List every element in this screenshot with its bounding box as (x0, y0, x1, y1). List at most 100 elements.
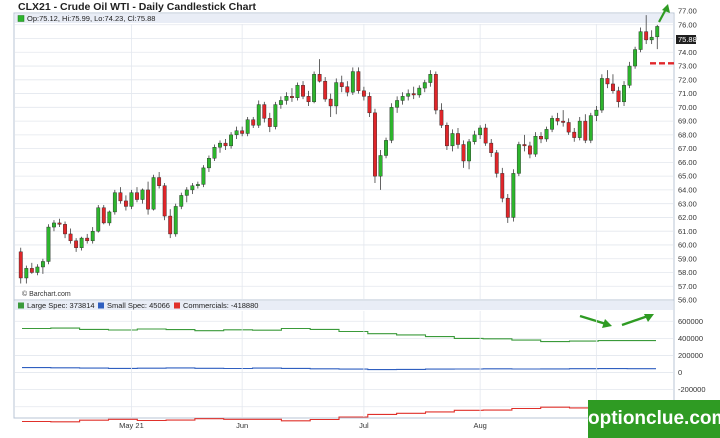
candle-body (611, 83, 615, 92)
candle-body (373, 112, 377, 177)
candle (445, 122, 449, 150)
candle-body (522, 144, 527, 147)
candle (18, 247, 23, 284)
candle-body (223, 142, 228, 147)
candle-body (461, 144, 466, 162)
candle-body (129, 192, 134, 207)
candle-body (85, 237, 90, 242)
candle-body (649, 36, 654, 41)
candle (151, 174, 156, 211)
candle-body (201, 167, 206, 185)
legend-commercials: Commercials: -418880 (183, 301, 258, 310)
candle-body (500, 173, 505, 199)
candle (384, 137, 388, 159)
candle (273, 101, 278, 130)
price-axis-ticks: 56.00 57.00 58.00 59.00 60.00 61.00 62.00 63.00… (678, 7, 697, 305)
price-tick-label: 72.00 (678, 75, 697, 84)
candle-body (395, 100, 400, 108)
candle-body (317, 74, 322, 82)
candle-body (146, 189, 150, 210)
candle-body (577, 120, 582, 138)
ohlc-legend-icon (17, 15, 25, 22)
candle-body (256, 104, 261, 126)
candle-body (378, 155, 383, 177)
candle-body (278, 100, 283, 105)
candle (588, 112, 593, 144)
candle (256, 100, 261, 128)
candle-body (533, 136, 538, 155)
candle-body (350, 71, 355, 93)
candle-body (411, 93, 416, 96)
candle-body (445, 125, 449, 147)
candle-body (528, 145, 532, 155)
candle-body (616, 90, 621, 103)
price-tick-label: 67.00 (678, 144, 697, 153)
candle (511, 169, 516, 222)
price-tick-label: 66.00 (678, 158, 697, 167)
cot-tick-label: -200000 (678, 385, 706, 394)
x-tick-label: Jul (359, 421, 369, 430)
x-tick-label: Jun (236, 421, 248, 430)
candle (129, 189, 134, 210)
candle-body (35, 266, 40, 273)
legend-swatch-large-spec (18, 302, 24, 309)
candle-body (284, 96, 289, 101)
legend-large-spec: Large Spec: 373814 (27, 301, 95, 310)
candle-body (74, 240, 79, 248)
candle-body (555, 118, 560, 122)
barchart-credit: © Barchart.com (22, 290, 71, 298)
candle-body (339, 82, 344, 87)
candle-body (367, 96, 372, 114)
candle-body (18, 251, 23, 279)
candle-body (428, 74, 433, 83)
candle-body (190, 185, 195, 191)
price-tick-label: 71.00 (678, 89, 697, 98)
legend-swatch-commercials (174, 302, 180, 309)
price-tick-label: 74.00 (678, 48, 697, 57)
candle-body (422, 82, 427, 89)
candle-body (328, 98, 333, 107)
last-price-label: 75.88 (678, 35, 697, 44)
candle-body (79, 237, 84, 248)
candle (516, 141, 521, 177)
cot-legend: Large Spec: 373814 Small Spec: 45066 Com… (18, 301, 258, 310)
candle-body (184, 189, 189, 196)
candle-body (622, 85, 626, 103)
candle-body (312, 74, 317, 103)
candle-body (433, 74, 438, 111)
candle-body (195, 184, 200, 186)
candle-body (478, 127, 483, 136)
candle-body (96, 207, 101, 232)
candle-body (101, 207, 106, 224)
candle-body (494, 152, 499, 174)
candle-body (301, 85, 305, 97)
candle-body (550, 118, 554, 130)
price-tick-label: 64.00 (678, 186, 697, 195)
candle-body (356, 71, 361, 92)
candle (245, 116, 250, 137)
candle-body (234, 130, 239, 136)
candle-body (467, 141, 471, 162)
cot-tick-label: 0 (678, 368, 682, 377)
candle-body (400, 96, 405, 101)
candle (201, 165, 206, 188)
candle-body (273, 104, 278, 127)
candle-body (240, 130, 245, 134)
candle-body (207, 158, 211, 169)
candle (494, 149, 499, 178)
candle-body (29, 268, 34, 273)
candle (433, 71, 438, 115)
legend-small-spec: Small Spec: 45066 (107, 301, 170, 310)
price-tick-label: 63.00 (678, 199, 697, 208)
x-tick-label: May 21 (119, 421, 144, 430)
ohlc-readout: Op:75.12, Hi:75.99, Lo:74.23, Cl:75.88 (27, 14, 155, 23)
candle-body (290, 96, 294, 98)
candle (295, 82, 300, 101)
candle-body (124, 200, 128, 207)
chart-title: CLX21 - Crude Oil WTI - Daily Candlestic… (18, 1, 257, 13)
candle-body (417, 87, 422, 96)
candle-body (212, 147, 217, 159)
price-tick-label: 61.00 (678, 227, 697, 236)
price-tick-label: 56.00 (678, 296, 697, 305)
candle (162, 183, 167, 221)
